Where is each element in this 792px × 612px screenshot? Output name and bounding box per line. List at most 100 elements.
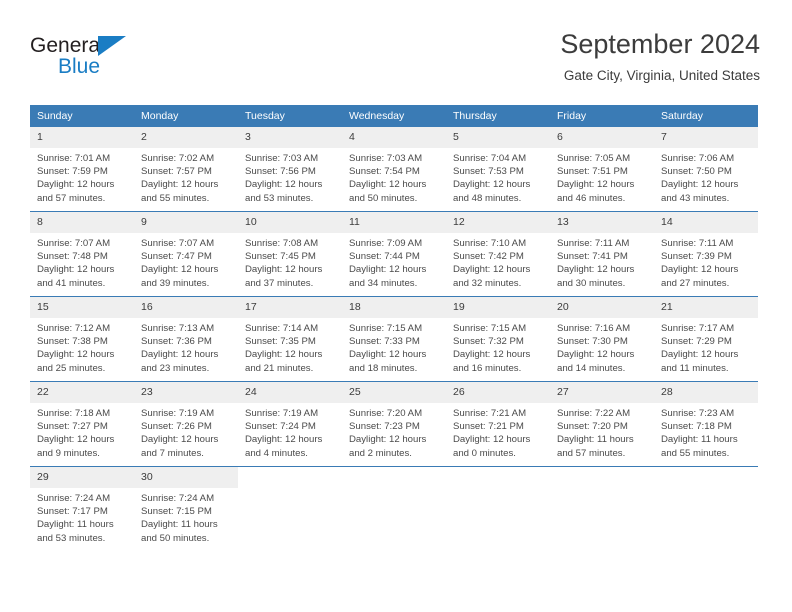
day-number: 16 [134,297,238,318]
calendar-day-cell[interactable]: 9 Sunrise: 7:07 AM Sunset: 7:47 PM Daylight… [134,211,238,297]
day-details: Sunrise: 7:03 AM Sunset: 7:56 PM Daylight:… [238,148,342,205]
sunrise-text: Sunrise: 7:10 AM [453,238,527,249]
daylight-text-line2: and 53 minutes. [37,532,106,544]
daylight-text-line1: Daylight: 12 hours [557,179,635,191]
day-cell-inner: 11 Sunrise: 7:09 AM Sunset: 7:44 PM Dayligh… [342,212,446,296]
sunset-text: Sunset: 7:33 PM [349,336,420,348]
calendar-day-cell[interactable]: 13 Sunrise: 7:11 AM Sunset: 7:41 PM Dayligh… [550,211,654,297]
daylight-text-line2: and 46 minutes. [557,192,626,204]
day-number: 12 [446,212,550,233]
sunset-text: Sunset: 7:30 PM [557,336,628,348]
calendar-day-cell[interactable]: 28 Sunrise: 7:23 AM Sunset: 7:18 PM Dayligh… [654,381,758,467]
day-cell-inner: 19 Sunrise: 7:15 AM Sunset: 7:32 PM Dayligh… [446,297,550,381]
location-subtitle: Gate City, Virginia, United States [563,68,760,83]
sunset-text: Sunset: 7:41 PM [557,251,628,263]
calendar-day-cell[interactable]: 16 Sunrise: 7:13 AM Sunset: 7:36 PM Dayligh… [134,296,238,382]
calendar-day-cell[interactable]: 23 Sunrise: 7:19 AM Sunset: 7:26 PM Dayligh… [134,381,238,467]
sunset-text: Sunset: 7:42 PM [453,251,524,263]
sunset-text: Sunset: 7:24 PM [245,421,316,433]
daylight-text-line2: and 50 minutes. [349,192,418,204]
day-cell-inner: 9 Sunrise: 7:07 AM Sunset: 7:47 PM Daylight… [134,212,238,296]
daylight-text-line2: and 32 minutes. [453,277,522,289]
calendar-day-cell[interactable]: 18 Sunrise: 7:15 AM Sunset: 7:33 PM Dayligh… [342,296,446,382]
calendar-day-cell[interactable]: 22 Sunrise: 7:18 AM Sunset: 7:27 PM Dayligh… [30,381,134,467]
day-number: 1 [30,127,134,148]
sunset-text: Sunset: 7:35 PM [245,336,316,348]
sunrise-text: Sunrise: 7:21 AM [453,408,527,419]
sunset-text: Sunset: 7:45 PM [245,251,316,263]
day-number: 30 [134,467,238,488]
day-details: Sunrise: 7:18 AM Sunset: 7:27 PM Daylight:… [30,403,134,460]
daylight-text-line2: and 21 minutes. [245,362,314,374]
day-details: Sunrise: 7:06 AM Sunset: 7:50 PM Daylight:… [654,148,758,205]
daylight-text-line2: and 57 minutes. [557,447,626,459]
calendar-day-cell[interactable]: 30 Sunrise: 7:24 AM Sunset: 7:15 PM Dayligh… [134,466,238,551]
sunrise-text: Sunrise: 7:02 AM [141,153,215,164]
day-number: 29 [30,467,134,488]
calendar-day-cell[interactable]: 21 Sunrise: 7:17 AM Sunset: 7:29 PM Dayligh… [654,296,758,382]
calendar-day-cell[interactable]: 25 Sunrise: 7:20 AM Sunset: 7:23 PM Dayligh… [342,381,446,467]
day-number [446,467,550,475]
day-cell-inner: 17 Sunrise: 7:14 AM Sunset: 7:35 PM Dayligh… [238,297,342,381]
calendar-day-cell[interactable]: 12 Sunrise: 7:10 AM Sunset: 7:42 PM Dayligh… [446,211,550,297]
calendar-day-cell[interactable]: 7 Sunrise: 7:06 AM Sunset: 7:50 PM Daylight… [654,127,758,212]
sunrise-text: Sunrise: 7:13 AM [141,323,215,334]
calendar-day-cell[interactable]: 3 Sunrise: 7:03 AM Sunset: 7:56 PM Daylight… [238,127,342,212]
day-details: Sunrise: 7:14 AM Sunset: 7:35 PM Daylight:… [238,318,342,375]
sunrise-text: Sunrise: 7:01 AM [37,153,111,164]
calendar-day-cell[interactable]: 20 Sunrise: 7:16 AM Sunset: 7:30 PM Dayligh… [550,296,654,382]
sunrise-text: Sunrise: 7:22 AM [557,408,631,419]
calendar-day-cell[interactable]: 2 Sunrise: 7:02 AM Sunset: 7:57 PM Daylight… [134,127,238,212]
day-number [342,467,446,475]
daylight-text-line1: Daylight: 12 hours [245,349,323,361]
calendar-week-row: 22 Sunrise: 7:18 AM Sunset: 7:27 PM Dayligh… [30,381,758,467]
day-cell-inner: 4 Sunrise: 7:03 AM Sunset: 7:54 PM Daylight… [342,127,446,211]
sunrise-text: Sunrise: 7:16 AM [557,323,631,334]
daylight-text-line1: Daylight: 12 hours [349,264,427,276]
day-number: 17 [238,297,342,318]
day-details: Sunrise: 7:11 AM Sunset: 7:39 PM Daylight:… [654,233,758,290]
day-details: Sunrise: 7:21 AM Sunset: 7:21 PM Daylight:… [446,403,550,460]
weekday-header-wednesday: Wednesday [342,105,446,127]
day-number: 3 [238,127,342,148]
calendar-day-cell[interactable]: 6 Sunrise: 7:05 AM Sunset: 7:51 PM Daylight… [550,127,654,212]
calendar-day-cell[interactable]: 11 Sunrise: 7:09 AM Sunset: 7:44 PM Dayligh… [342,211,446,297]
calendar-day-cell[interactable]: 24 Sunrise: 7:19 AM Sunset: 7:24 PM Dayligh… [238,381,342,467]
sunset-text: Sunset: 7:56 PM [245,166,316,178]
day-number: 26 [446,382,550,403]
sunrise-text: Sunrise: 7:07 AM [37,238,111,249]
sunrise-text: Sunrise: 7:24 AM [141,493,215,504]
daylight-text-line2: and 11 minutes. [661,362,729,374]
day-number [654,467,758,475]
calendar-day-cell[interactable]: 27 Sunrise: 7:22 AM Sunset: 7:20 PM Dayligh… [550,381,654,467]
daylight-text-line2: and 4 minutes. [245,447,308,459]
day-details: Sunrise: 7:13 AM Sunset: 7:36 PM Daylight:… [134,318,238,375]
weekday-header-sunday: Sunday [30,105,134,127]
sunrise-text: Sunrise: 7:18 AM [37,408,111,419]
day-number: 18 [342,297,446,318]
calendar-day-cell[interactable]: 4 Sunrise: 7:03 AM Sunset: 7:54 PM Daylight… [342,127,446,212]
day-number: 10 [238,212,342,233]
calendar-day-cell [342,466,446,551]
calendar-day-cell[interactable]: 15 Sunrise: 7:12 AM Sunset: 7:38 PM Dayligh… [30,296,134,382]
calendar-day-cell[interactable]: 19 Sunrise: 7:15 AM Sunset: 7:32 PM Dayligh… [446,296,550,382]
calendar-day-cell[interactable]: 29 Sunrise: 7:24 AM Sunset: 7:17 PM Dayligh… [30,466,134,551]
day-cell-inner: 15 Sunrise: 7:12 AM Sunset: 7:38 PM Dayligh… [30,297,134,381]
day-number: 22 [30,382,134,403]
brand-logo[interactable]: General Blue [30,34,160,80]
calendar-day-cell[interactable]: 10 Sunrise: 7:08 AM Sunset: 7:45 PM Dayligh… [238,211,342,297]
calendar-day-cell[interactable]: 1 Sunrise: 7:01 AM Sunset: 7:59 PM Daylight… [30,127,134,212]
calendar-day-cell[interactable]: 5 Sunrise: 7:04 AM Sunset: 7:53 PM Daylight… [446,127,550,212]
sunrise-text: Sunrise: 7:23 AM [661,408,735,419]
day-cell-inner: 26 Sunrise: 7:21 AM Sunset: 7:21 PM Dayligh… [446,382,550,466]
day-cell-inner [342,467,446,551]
calendar-day-cell[interactable]: 8 Sunrise: 7:07 AM Sunset: 7:48 PM Daylight… [30,211,134,297]
day-cell-inner: 12 Sunrise: 7:10 AM Sunset: 7:42 PM Dayligh… [446,212,550,296]
calendar-day-cell[interactable]: 14 Sunrise: 7:11 AM Sunset: 7:39 PM Dayligh… [654,211,758,297]
calendar-day-cell[interactable]: 26 Sunrise: 7:21 AM Sunset: 7:21 PM Dayligh… [446,381,550,467]
sunrise-text: Sunrise: 7:12 AM [37,323,111,334]
calendar-day-cell[interactable]: 17 Sunrise: 7:14 AM Sunset: 7:35 PM Dayligh… [238,296,342,382]
sunset-text: Sunset: 7:53 PM [453,166,524,178]
day-cell-inner [238,467,342,551]
calendar-week-row: 1 Sunrise: 7:01 AM Sunset: 7:59 PM Daylight… [30,127,758,212]
